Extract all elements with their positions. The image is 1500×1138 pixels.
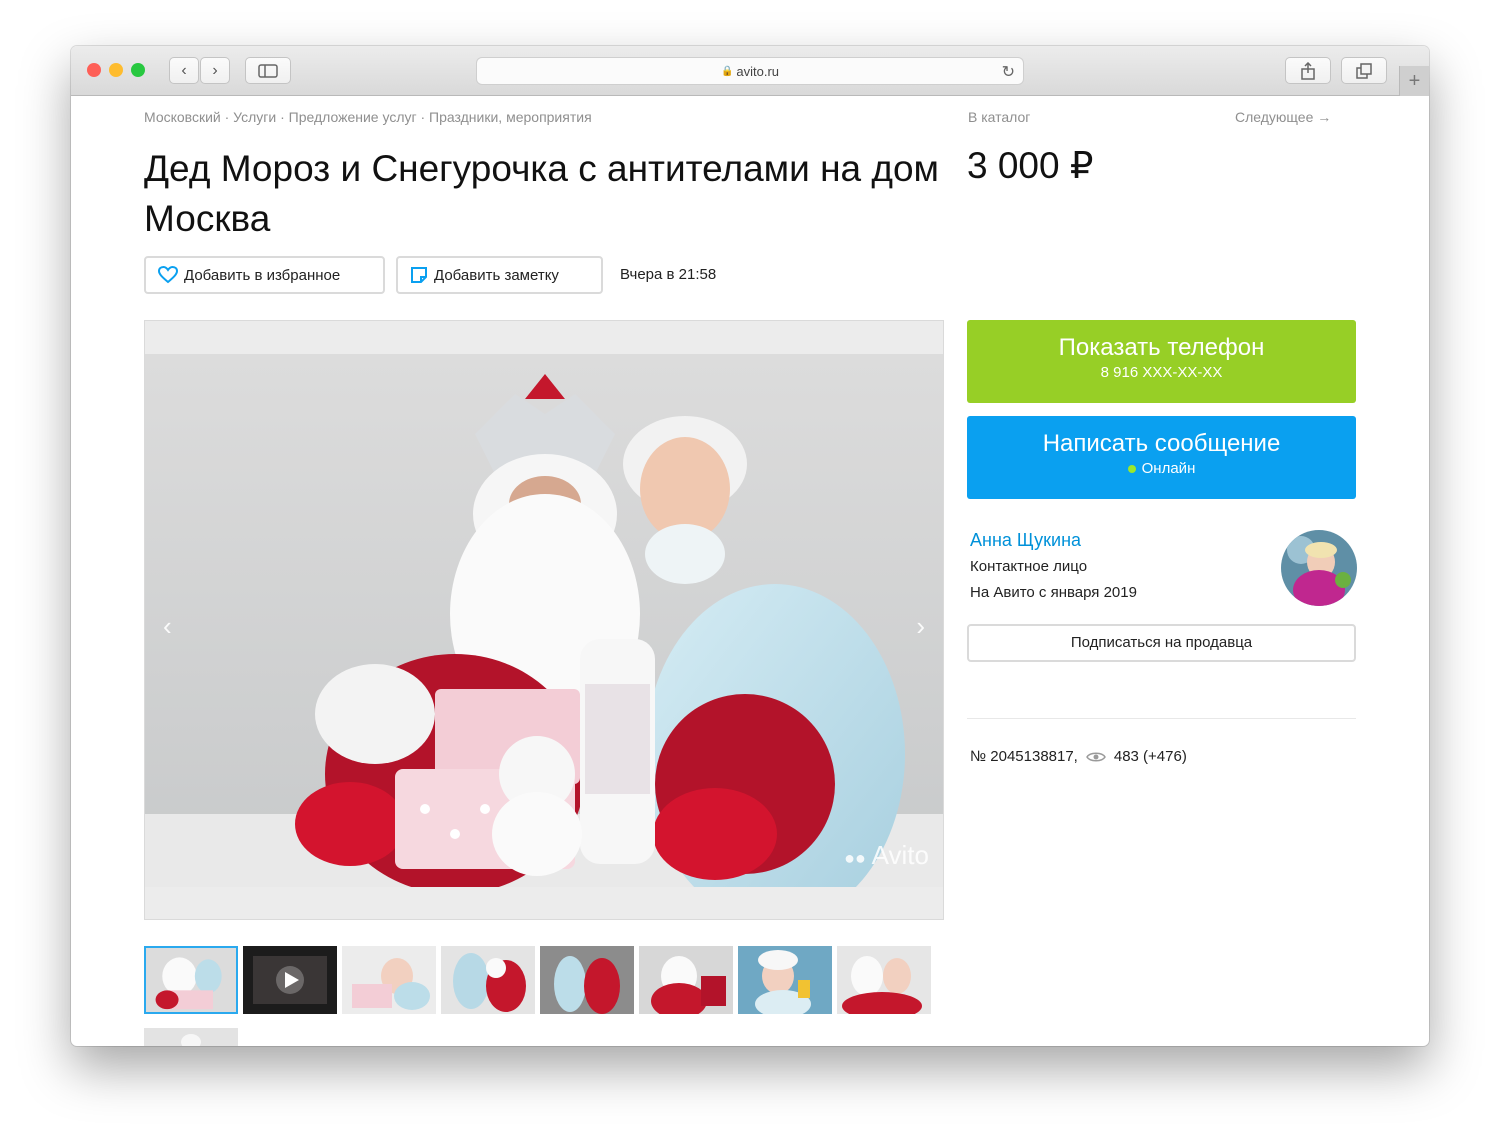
add-note-button[interactable]: Добавить заметку: [396, 256, 603, 294]
photo-gallery[interactable]: ‹ › ●● Avito: [144, 320, 944, 920]
thumbnail[interactable]: [144, 1028, 238, 1046]
plus-icon: +: [1408, 69, 1421, 92]
online-status: Онлайн: [967, 460, 1356, 477]
zoom-window-button[interactable]: [131, 63, 145, 77]
next-listing-link[interactable]: Следующее →: [1235, 109, 1331, 125]
thumbnail[interactable]: [144, 946, 238, 1014]
next-photo-button[interactable]: ›: [916, 611, 925, 642]
write-message-label: Написать сообщение: [1042, 430, 1281, 457]
note-label: Добавить заметку: [434, 266, 559, 284]
avito-watermark: ●● Avito: [844, 840, 929, 871]
seller-role: Контактное лицо: [970, 558, 1088, 575]
phone-masked: 8 916 XXX-XX-XX: [1100, 364, 1223, 381]
thumbnail[interactable]: [837, 946, 931, 1014]
chevron-right-icon: ›: [916, 611, 925, 641]
share-icon: [1301, 61, 1315, 80]
close-window-button[interactable]: [87, 63, 101, 77]
add-to-favorites-button[interactable]: Добавить в избранное: [144, 256, 385, 294]
divider: [967, 718, 1356, 719]
write-message-button[interactable]: Написать сообщение Онлайн: [967, 416, 1356, 499]
views-count: 483 (+476): [1113, 748, 1187, 765]
back-button[interactable]: ‹: [169, 57, 199, 84]
reload-icon[interactable]: ↻: [1002, 62, 1015, 82]
thumbnail-strip: [144, 946, 944, 1046]
heart-icon: [158, 266, 178, 284]
thumbnail[interactable]: [738, 946, 832, 1014]
thumbnail[interactable]: [639, 946, 733, 1014]
url-text: avito.ru: [736, 63, 780, 79]
eye-icon: [1085, 752, 1106, 761]
tabs-icon: [1356, 62, 1372, 79]
online-dot-icon: [1127, 465, 1136, 474]
thumbnail[interactable]: [342, 946, 436, 1014]
sidebar-toggle-button[interactable]: [245, 57, 291, 84]
address-bar[interactable]: 🔒 avito.ru ↻: [476, 57, 1024, 85]
seller-since: На Авито с января 2019: [970, 584, 1137, 601]
main-photo[interactable]: [145, 354, 943, 887]
publish-date: Вчера в 21:58: [620, 266, 717, 283]
browser-window: ‹ › 🔒 avito.ru ↻ + Московский · Услуги ·…: [71, 46, 1429, 1046]
seller-name-link[interactable]: Анна Щукина: [970, 530, 1081, 551]
listing-price: 3 000 ₽: [967, 145, 1094, 186]
watermark-text: Avito: [871, 840, 929, 870]
show-phone-label: Показать телефон: [1058, 334, 1265, 361]
favorite-label: Добавить в избранное: [184, 266, 341, 284]
browser-toolbar: ‹ › 🔒 avito.ru ↻ +: [71, 46, 1429, 96]
seller-avatar[interactable]: [1281, 530, 1357, 606]
sidebar-icon: [258, 63, 278, 78]
chevron-left-icon: ‹: [163, 611, 172, 641]
subscribe-seller-button[interactable]: Подписаться на продавца: [967, 624, 1356, 662]
chevron-left-icon: ‹: [181, 61, 187, 79]
avito-logo-icon: ●●: [844, 848, 866, 868]
chevron-right-icon: ›: [212, 61, 218, 79]
note-icon: [411, 267, 427, 283]
share-button[interactable]: [1285, 57, 1331, 84]
catalog-link[interactable]: В каталог: [968, 109, 1030, 125]
lock-icon: 🔒: [720, 65, 734, 77]
listing-title: Дед Мороз и Снегурочка с антителами на д…: [144, 148, 939, 239]
show-phone-button[interactable]: Показать телефон 8 916 XXX-XX-XX: [967, 320, 1356, 403]
online-status-text: Онлайн: [1141, 460, 1196, 477]
page-content: Московский · Услуги · Предложение услуг …: [71, 96, 1429, 1046]
minimize-window-button[interactable]: [109, 63, 123, 77]
listing-number: № 2045138817,: [970, 748, 1078, 765]
previous-photo-button[interactable]: ‹: [163, 611, 172, 642]
thumbnail[interactable]: [441, 946, 535, 1014]
thumbnail[interactable]: [540, 946, 634, 1014]
breadcrumb[interactable]: Московский · Услуги · Предложение услуг …: [144, 109, 592, 125]
new-tab-button[interactable]: +: [1399, 66, 1429, 96]
forward-button[interactable]: ›: [200, 57, 230, 84]
tabs-overview-button[interactable]: [1341, 57, 1387, 84]
video-thumbnail[interactable]: [243, 946, 337, 1014]
listing-meta: № 2045138817, 483 (+476): [970, 748, 1187, 765]
